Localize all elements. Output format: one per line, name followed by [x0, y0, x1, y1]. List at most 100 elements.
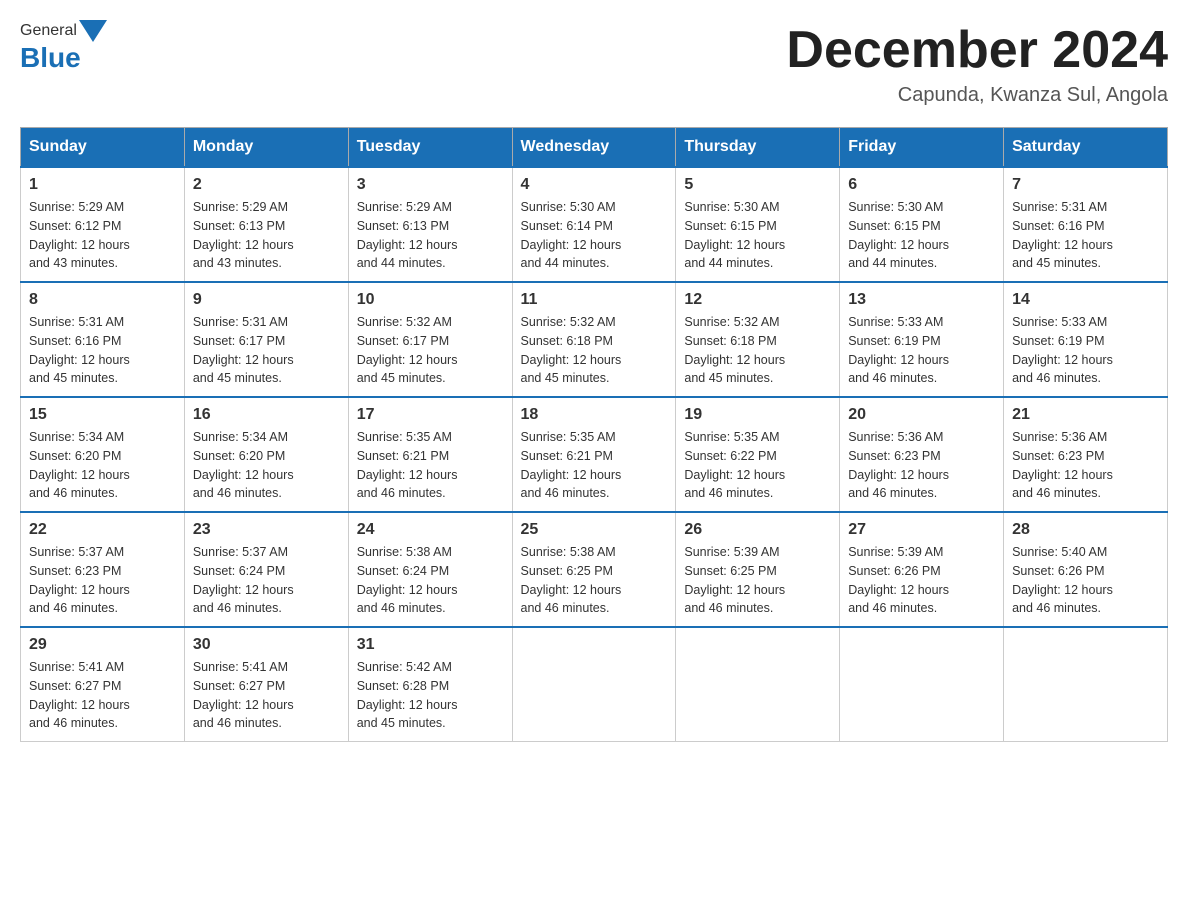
day-number: 30	[193, 636, 340, 654]
day-info: Sunrise: 5:37 AMSunset: 6:23 PMDaylight:…	[29, 543, 176, 618]
day-cell: 9Sunrise: 5:31 AMSunset: 6:17 PMDaylight…	[184, 282, 348, 397]
day-info: Sunrise: 5:42 AMSunset: 6:28 PMDaylight:…	[357, 658, 504, 733]
day-info: Sunrise: 5:41 AMSunset: 6:27 PMDaylight:…	[29, 658, 176, 733]
day-info: Sunrise: 5:29 AMSunset: 6:13 PMDaylight:…	[357, 198, 504, 273]
day-cell: 8Sunrise: 5:31 AMSunset: 6:16 PMDaylight…	[21, 282, 185, 397]
day-cell: 2 Sunrise: 5:29 AMSunset: 6:13 PMDaylight…	[184, 167, 348, 282]
logo-blue-text: Blue	[20, 42, 81, 74]
day-cell: 25 Sunrise: 5:38 AMSunset: 6:25 PMDayligh…	[512, 512, 676, 627]
day-cell: 18Sunrise: 5:35 AMSunset: 6:21 PMDayligh…	[512, 397, 676, 512]
week-row-3: 15 Sunrise: 5:34 AMSunset: 6:20 PMDayligh…	[21, 397, 1168, 512]
day-cell: 10Sunrise: 5:32 AMSunset: 6:17 PMDayligh…	[348, 282, 512, 397]
day-number: 27	[848, 521, 995, 539]
column-header-monday: Monday	[184, 128, 348, 168]
week-row-2: 8Sunrise: 5:31 AMSunset: 6:16 PMDaylight…	[21, 282, 1168, 397]
day-cell: 22 Sunrise: 5:37 AMSunset: 6:23 PMDayligh…	[21, 512, 185, 627]
day-number: 24	[357, 521, 504, 539]
day-cell: 19 Sunrise: 5:35 AMSunset: 6:22 PMDayligh…	[676, 397, 840, 512]
day-info: Sunrise: 5:38 AMSunset: 6:24 PMDaylight:…	[357, 543, 504, 618]
day-number: 14	[1012, 291, 1159, 309]
week-row-1: 1 Sunrise: 5:29 AMSunset: 6:12 PMDaylight…	[21, 167, 1168, 282]
column-header-thursday: Thursday	[676, 128, 840, 168]
day-number: 15	[29, 406, 176, 424]
page-header: General Blue December 2024 Capunda, Kwan…	[20, 20, 1168, 107]
logo-general-text: General	[20, 22, 77, 40]
day-cell: 28Sunrise: 5:40 AMSunset: 6:26 PMDayligh…	[1004, 512, 1168, 627]
day-cell: 14 Sunrise: 5:33 AMSunset: 6:19 PMDayligh…	[1004, 282, 1168, 397]
day-info: Sunrise: 5:31 AMSunset: 6:17 PMDaylight:…	[193, 313, 340, 388]
day-info: Sunrise: 5:35 AMSunset: 6:22 PMDaylight:…	[684, 428, 831, 503]
week-row-4: 22 Sunrise: 5:37 AMSunset: 6:23 PMDayligh…	[21, 512, 1168, 627]
day-info: Sunrise: 5:34 AMSunset: 6:20 PMDaylight:…	[193, 428, 340, 503]
day-info: Sunrise: 5:33 AMSunset: 6:19 PMDaylight:…	[1012, 313, 1159, 388]
day-cell: 27Sunrise: 5:39 AMSunset: 6:26 PMDayligh…	[840, 512, 1004, 627]
day-cell: 1 Sunrise: 5:29 AMSunset: 6:12 PMDaylight…	[21, 167, 185, 282]
day-number: 21	[1012, 406, 1159, 424]
logo: General Blue	[20, 20, 109, 74]
logo-triangle-icon	[79, 20, 107, 42]
day-info: Sunrise: 5:36 AMSunset: 6:23 PMDaylight:…	[1012, 428, 1159, 503]
day-cell: 20 Sunrise: 5:36 AMSunset: 6:23 PMDayligh…	[840, 397, 1004, 512]
day-info: Sunrise: 5:30 AMSunset: 6:15 PMDaylight:…	[848, 198, 995, 273]
day-number: 6	[848, 176, 995, 194]
day-info: Sunrise: 5:34 AMSunset: 6:20 PMDaylight:…	[29, 428, 176, 503]
day-number: 13	[848, 291, 995, 309]
day-number: 17	[357, 406, 504, 424]
day-info: Sunrise: 5:32 AMSunset: 6:17 PMDaylight:…	[357, 313, 504, 388]
day-info: Sunrise: 5:29 AMSunset: 6:12 PMDaylight:…	[29, 198, 176, 273]
day-info: Sunrise: 5:32 AMSunset: 6:18 PMDaylight:…	[521, 313, 668, 388]
day-cell: 3 Sunrise: 5:29 AMSunset: 6:13 PMDaylight…	[348, 167, 512, 282]
day-cell: 4Sunrise: 5:30 AMSunset: 6:14 PMDaylight…	[512, 167, 676, 282]
day-number: 5	[684, 176, 831, 194]
day-info: Sunrise: 5:30 AMSunset: 6:15 PMDaylight:…	[684, 198, 831, 273]
day-number: 1	[29, 176, 176, 194]
day-cell: 13 Sunrise: 5:33 AMSunset: 6:19 PMDayligh…	[840, 282, 1004, 397]
day-number: 3	[357, 176, 504, 194]
column-header-sunday: Sunday	[21, 128, 185, 168]
day-cell: 5 Sunrise: 5:30 AMSunset: 6:15 PMDaylight…	[676, 167, 840, 282]
day-cell	[1004, 627, 1168, 742]
day-cell: 26Sunrise: 5:39 AMSunset: 6:25 PMDayligh…	[676, 512, 840, 627]
day-info: Sunrise: 5:30 AMSunset: 6:14 PMDaylight:…	[521, 198, 668, 273]
day-info: Sunrise: 5:38 AMSunset: 6:25 PMDaylight:…	[521, 543, 668, 618]
day-info: Sunrise: 5:29 AMSunset: 6:13 PMDaylight:…	[193, 198, 340, 273]
day-info: Sunrise: 5:31 AMSunset: 6:16 PMDaylight:…	[1012, 198, 1159, 273]
day-number: 25	[521, 521, 668, 539]
day-info: Sunrise: 5:35 AMSunset: 6:21 PMDaylight:…	[357, 428, 504, 503]
day-cell	[676, 627, 840, 742]
day-number: 22	[29, 521, 176, 539]
day-info: Sunrise: 5:39 AMSunset: 6:25 PMDaylight:…	[684, 543, 831, 618]
column-header-friday: Friday	[840, 128, 1004, 168]
day-cell: 24 Sunrise: 5:38 AMSunset: 6:24 PMDayligh…	[348, 512, 512, 627]
day-number: 2	[193, 176, 340, 194]
day-info: Sunrise: 5:37 AMSunset: 6:24 PMDaylight:…	[193, 543, 340, 618]
day-cell: 11Sunrise: 5:32 AMSunset: 6:18 PMDayligh…	[512, 282, 676, 397]
day-info: Sunrise: 5:36 AMSunset: 6:23 PMDaylight:…	[848, 428, 995, 503]
day-number: 12	[684, 291, 831, 309]
column-header-wednesday: Wednesday	[512, 128, 676, 168]
column-header-tuesday: Tuesday	[348, 128, 512, 168]
day-cell: 31Sunrise: 5:42 AMSunset: 6:28 PMDayligh…	[348, 627, 512, 742]
day-info: Sunrise: 5:32 AMSunset: 6:18 PMDaylight:…	[684, 313, 831, 388]
day-number: 29	[29, 636, 176, 654]
day-number: 16	[193, 406, 340, 424]
day-number: 28	[1012, 521, 1159, 539]
day-cell: 17 Sunrise: 5:35 AMSunset: 6:21 PMDayligh…	[348, 397, 512, 512]
column-header-saturday: Saturday	[1004, 128, 1168, 168]
week-row-5: 29 Sunrise: 5:41 AMSunset: 6:27 PMDayligh…	[21, 627, 1168, 742]
day-cell: 30 Sunrise: 5:41 AMSunset: 6:27 PMDayligh…	[184, 627, 348, 742]
day-number: 19	[684, 406, 831, 424]
day-number: 7	[1012, 176, 1159, 194]
day-number: 20	[848, 406, 995, 424]
day-info: Sunrise: 5:35 AMSunset: 6:21 PMDaylight:…	[521, 428, 668, 503]
day-info: Sunrise: 5:33 AMSunset: 6:19 PMDaylight:…	[848, 313, 995, 388]
day-cell: 23 Sunrise: 5:37 AMSunset: 6:24 PMDayligh…	[184, 512, 348, 627]
day-number: 23	[193, 521, 340, 539]
day-cell	[840, 627, 1004, 742]
day-info: Sunrise: 5:41 AMSunset: 6:27 PMDaylight:…	[193, 658, 340, 733]
day-cell: 15 Sunrise: 5:34 AMSunset: 6:20 PMDayligh…	[21, 397, 185, 512]
day-cell: 16 Sunrise: 5:34 AMSunset: 6:20 PMDayligh…	[184, 397, 348, 512]
day-number: 8	[29, 291, 176, 309]
day-cell: 21 Sunrise: 5:36 AMSunset: 6:23 PMDayligh…	[1004, 397, 1168, 512]
day-cell: 29 Sunrise: 5:41 AMSunset: 6:27 PMDayligh…	[21, 627, 185, 742]
